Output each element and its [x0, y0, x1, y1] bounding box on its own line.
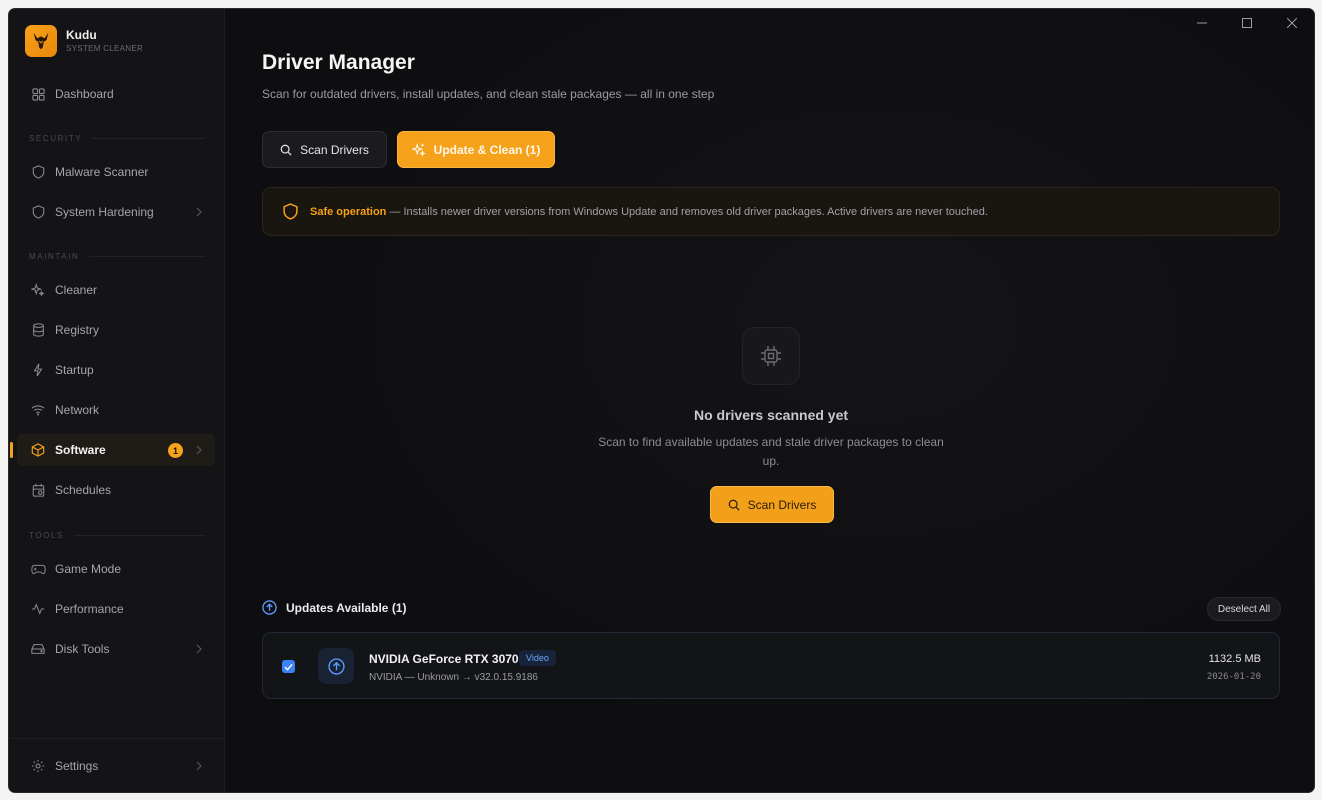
minimize-button[interactable] [1179, 9, 1224, 37]
sidebar-item-label: Performance [55, 602, 124, 616]
sidebar-item-label: Settings [55, 759, 99, 773]
sidebar-item-label: Game Mode [55, 562, 122, 576]
wifi-icon [30, 402, 46, 418]
arrow-up-circle-icon [318, 648, 354, 684]
scan-drivers-cta-button[interactable]: Scan Drivers [710, 486, 834, 523]
check-icon [284, 663, 293, 671]
minimize-icon [1196, 22, 1207, 24]
driver-version: NVIDIA — Unknown → v32.0.15.9186 [369, 672, 538, 683]
app-subtitle: SYSTEM CLEANER [66, 43, 144, 53]
sidebar-item-label: Malware Scanner [55, 165, 149, 179]
gamepad-icon [30, 561, 46, 577]
sidebar-item-dashboard[interactable]: Dashboard [17, 78, 215, 110]
sidebar-item-label: Registry [55, 323, 100, 337]
driver-row[interactable]: NVIDIA GeForce RTX 3070 Video NVIDIA — U… [262, 632, 1280, 699]
driver-name: NVIDIA GeForce RTX 3070 [369, 652, 519, 666]
notice-title: Safe operation [310, 205, 387, 218]
sidebar-item-settings[interactable]: Settings [17, 750, 215, 782]
updates-heading-label: Updates Available (1) [286, 600, 407, 615]
chevron-right-icon [195, 206, 203, 220]
section-label-tools: TOOLS [29, 531, 205, 540]
shield-icon [30, 164, 46, 180]
shield-icon [283, 203, 298, 220]
database-icon [30, 322, 46, 338]
empty-state-title: No drivers scanned yet [693, 407, 849, 423]
driver-category-badge: Video [519, 650, 556, 666]
update-clean-button[interactable]: Update & Clean (1) [397, 131, 555, 168]
sidebar-item-label: System Hardening [55, 205, 154, 219]
sidebar: Kudu SYSTEM CLEANER Dashboard SECURITY M… [9, 9, 225, 792]
notice-text: — Installs newer driver versions from Wi… [389, 205, 988, 218]
gear-icon [30, 758, 46, 774]
section-label-maintain: MAINTAIN [29, 252, 205, 261]
deselect-all-button[interactable]: Deselect All [1207, 597, 1281, 621]
sidebar-item-registry[interactable]: Registry [17, 314, 215, 346]
close-button[interactable] [1269, 9, 1314, 37]
driver-checkbox[interactable] [282, 660, 295, 673]
app-name: Kudu [66, 27, 97, 42]
sidebar-item-startup[interactable]: Startup [17, 354, 215, 386]
dashboard-icon [30, 86, 46, 102]
brand: Kudu SYSTEM CLEANER [25, 25, 143, 57]
app-window: Kudu SYSTEM CLEANER Dashboard SECURITY M… [9, 9, 1314, 792]
sidebar-item-game-mode[interactable]: Game Mode [17, 553, 215, 585]
sparkle-icon [411, 142, 426, 157]
software-count-badge: 1 [168, 443, 183, 458]
sidebar-item-cleaner[interactable]: Cleaner [17, 274, 215, 306]
close-icon [1286, 18, 1297, 28]
page-title: Driver Manager [262, 51, 415, 74]
arrow-up-circle-icon [262, 600, 277, 615]
main-content: Driver Manager Scan for outdated drivers… [225, 9, 1314, 792]
chip-icon [742, 327, 800, 385]
chevron-right-icon [195, 444, 203, 458]
sidebar-item-label: Startup [55, 363, 94, 377]
maximize-button[interactable] [1224, 9, 1269, 37]
sidebar-item-label: Network [55, 403, 100, 417]
page-subtitle: Scan for outdated drivers, install updat… [262, 87, 715, 101]
shield-icon [30, 204, 46, 220]
sidebar-item-malware-scanner[interactable]: Malware Scanner [17, 156, 215, 188]
sidebar-item-label: Cleaner [55, 283, 98, 297]
lightning-icon [30, 362, 46, 378]
maximize-icon [1241, 18, 1252, 28]
safe-operation-notice: Safe operation — Installs newer driver v… [262, 187, 1280, 236]
kudu-logo-icon [25, 25, 57, 57]
updates-heading: Updates Available (1) [262, 600, 406, 615]
hard-drive-icon [30, 641, 46, 657]
sidebar-footer: Settings [9, 738, 225, 792]
activity-icon [30, 601, 46, 617]
search-icon [728, 499, 740, 511]
sidebar-item-network[interactable]: Network [17, 394, 215, 426]
empty-state-text: Scan to find available updates and stale… [598, 435, 944, 468]
sidebar-item-performance[interactable]: Performance [17, 593, 215, 625]
sidebar-item-label: Schedules [55, 483, 112, 497]
calendar-icon [30, 482, 46, 498]
chevron-right-icon [195, 760, 203, 774]
sidebar-item-schedules[interactable]: Schedules [17, 474, 215, 506]
sidebar-item-label: Disk Tools [55, 642, 110, 656]
chevron-right-icon [195, 643, 203, 657]
scan-drivers-button[interactable]: Scan Drivers [262, 131, 387, 168]
sidebar-item-disk-tools[interactable]: Disk Tools [17, 633, 215, 665]
section-label-security: SECURITY [29, 134, 205, 143]
sidebar-item-system-hardening[interactable]: System Hardening [17, 196, 215, 228]
sparkle-icon [30, 282, 46, 298]
sidebar-item-software[interactable]: Software 1 [10, 434, 215, 466]
driver-date: 2026-01-20 [1206, 672, 1261, 682]
window-controls [1179, 9, 1314, 37]
driver-size: 1132.5 MB [1208, 653, 1261, 665]
package-icon [30, 442, 46, 458]
sidebar-item-label: Dashboard [55, 87, 114, 101]
search-icon [280, 144, 292, 156]
sidebar-item-label: Software [55, 443, 106, 457]
